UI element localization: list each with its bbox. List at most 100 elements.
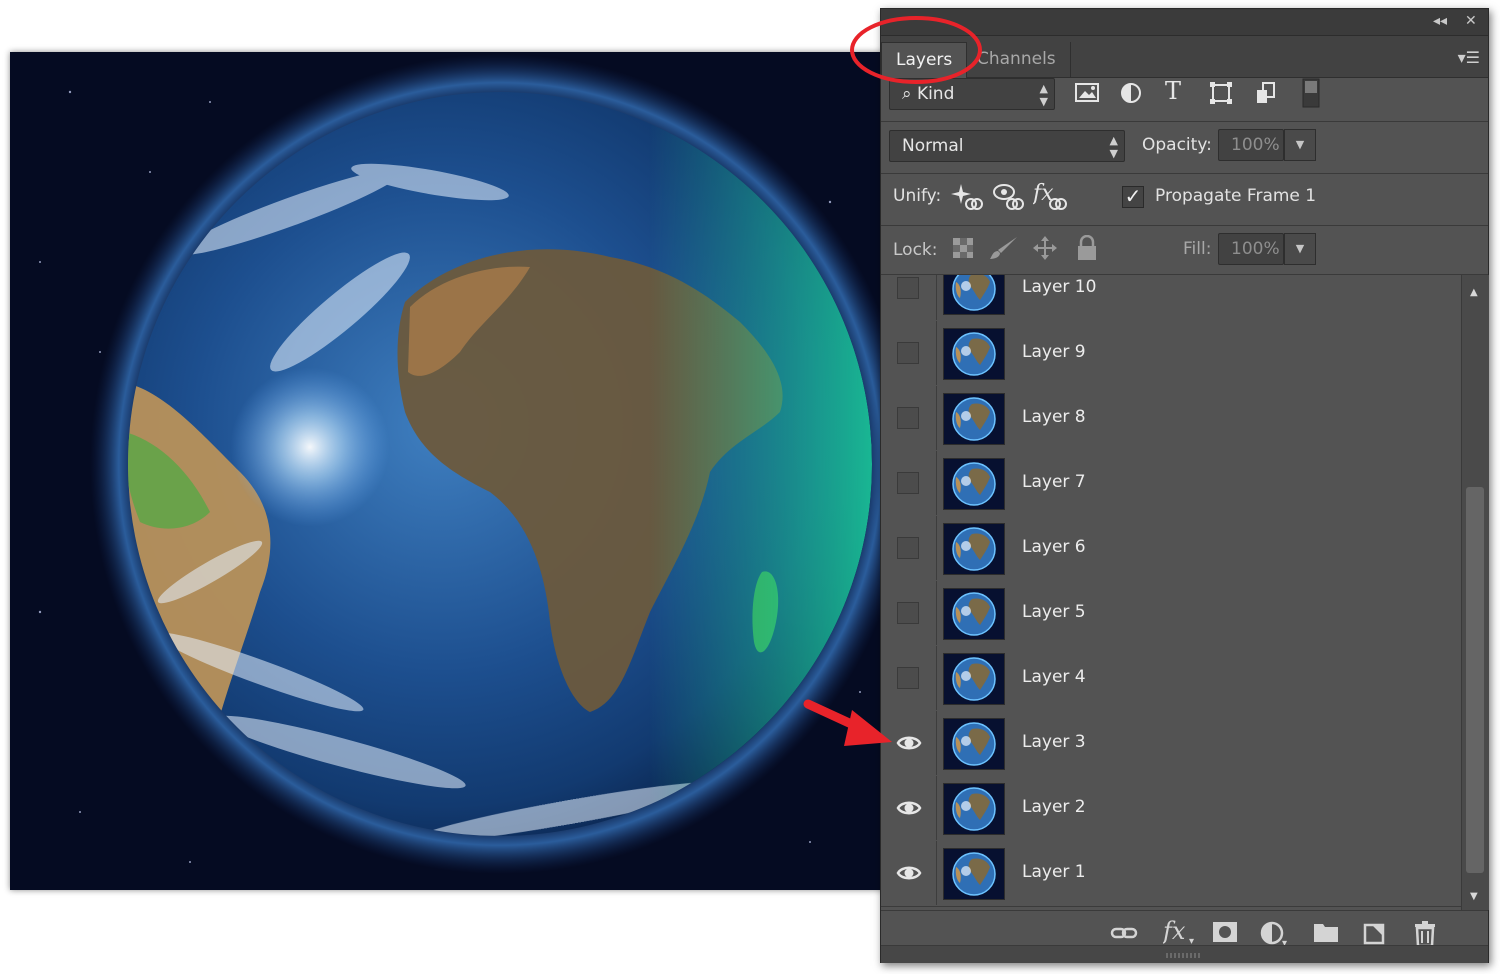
double-chevron-left-icon[interactable]: ◂◂ (1433, 13, 1447, 29)
layer-name: Layer 6 (1022, 537, 1086, 557)
opacity-label: Opacity: (1142, 135, 1212, 155)
layer-visibility-toggle[interactable] (881, 451, 937, 515)
smart-object-filter-icon[interactable] (1254, 81, 1278, 111)
hidden-visibility-box (897, 472, 919, 494)
close-icon[interactable]: ✕ (1465, 13, 1477, 29)
eye-icon (896, 801, 922, 815)
layer-visibility-toggle[interactable] (881, 776, 937, 840)
scroll-up-arrow-icon[interactable]: ▲ (1470, 287, 1478, 298)
layer-row[interactable]: Layer 9 (881, 321, 1461, 387)
layer-thumbnail (943, 458, 1005, 510)
earth-thumbnail-icon (952, 722, 996, 766)
scroll-thumb[interactable] (1466, 487, 1484, 873)
propagate-frame-checkbox[interactable]: ✓ (1122, 186, 1144, 208)
spin-arrows-icon: ▲ ▼ (1039, 82, 1048, 108)
fill-field[interactable]: 100% (1218, 233, 1284, 265)
lock-all-icon[interactable] (1076, 234, 1098, 267)
earth-thumbnail-icon (952, 462, 996, 506)
filter-toggle-switch[interactable] (1301, 78, 1321, 114)
lock-transparency-icon[interactable] (952, 237, 974, 265)
layer-name: Layer 9 (1022, 342, 1086, 362)
blend-mode-value: Normal (902, 136, 964, 156)
layers-scrollbar[interactable]: ▲ ▼ (1461, 275, 1489, 910)
hidden-visibility-box (897, 602, 919, 624)
layer-row[interactable]: Layer 5 (881, 581, 1461, 647)
layer-name: Layer 7 (1022, 472, 1086, 492)
hidden-visibility-box (897, 407, 919, 429)
layers-list: Layer 10 Layer 9 Layer 8 Layer 7 Layer 6 Laye… (881, 275, 1461, 910)
layer-visibility-toggle[interactable] (881, 711, 937, 775)
image-filter-icon[interactable] (1074, 81, 1100, 111)
svg-text:fx: fx (1163, 917, 1186, 945)
propagate-frame-label: Propagate Frame 1 (1155, 186, 1317, 206)
adjustment-filter-icon[interactable] (1119, 81, 1143, 111)
kind-filter-select[interactable]: ⌕ Kind ▲ ▼ (889, 78, 1055, 110)
earth-thumbnail-icon (952, 275, 996, 311)
layer-name: Layer 1 (1022, 862, 1086, 882)
opacity-field[interactable]: 100% (1218, 129, 1284, 161)
opacity-dropdown-icon[interactable]: ▼ (1284, 129, 1316, 161)
blend-mode-select[interactable]: Normal ▲ ▼ (889, 130, 1125, 162)
eye-icon (896, 866, 922, 880)
panel-menu-icon[interactable]: ▾☰ (1458, 48, 1480, 67)
layer-name: Layer 4 (1022, 667, 1086, 687)
layer-thumbnail (943, 523, 1005, 575)
layer-row[interactable]: Layer 7 (881, 451, 1461, 517)
layer-thumbnail (943, 653, 1005, 705)
layer-row[interactable]: Layer 1 (881, 841, 1461, 907)
earth-image (38, 54, 890, 874)
layer-row[interactable]: Layer 4 (881, 646, 1461, 712)
earth-thumbnail-icon (952, 397, 996, 441)
layer-row[interactable]: Layer 2 (881, 776, 1461, 842)
search-icon: ⌕ (902, 84, 912, 104)
unify-position-icon[interactable] (951, 182, 983, 218)
layer-name: Layer 2 (1022, 797, 1086, 817)
layer-row[interactable]: Layer 10 (881, 275, 1461, 322)
earth-thumbnail-icon (952, 852, 996, 896)
scroll-down-arrow-icon[interactable]: ▼ (1470, 891, 1478, 902)
tab-channels[interactable]: Channels (963, 42, 1071, 77)
shape-filter-icon[interactable] (1209, 81, 1233, 111)
layer-row[interactable]: Layer 8 (881, 386, 1461, 452)
lock-paint-brush-icon[interactable] (989, 235, 1019, 267)
layer-thumbnail (943, 588, 1005, 640)
panel-resize-grip[interactable] (881, 945, 1488, 963)
layer-row[interactable]: Layer 3 (881, 711, 1461, 777)
layer-row[interactable]: Layer 6 (881, 516, 1461, 582)
spin-arrows-icon: ▲ ▼ (1109, 134, 1118, 160)
earth-thumbnail-icon (952, 592, 996, 636)
kind-filter-label: Kind (916, 84, 955, 104)
layers-panel: ◂◂ ✕ Layers Channels ▾☰ ⌕ Kind ▲ ▼ T Norm… (880, 8, 1489, 963)
hidden-visibility-box (897, 342, 919, 364)
layer-visibility-toggle[interactable] (881, 646, 937, 710)
layer-visibility-toggle[interactable] (881, 841, 937, 905)
hidden-visibility-box (897, 667, 919, 689)
layer-thumbnail (943, 848, 1005, 900)
type-filter-icon[interactable]: T (1165, 79, 1181, 103)
layer-thumbnail (943, 783, 1005, 835)
panel-title-bar: ◂◂ ✕ (881, 9, 1488, 36)
fill-dropdown-icon[interactable]: ▼ (1284, 233, 1316, 265)
unify-style-icon[interactable]: fx (1031, 180, 1067, 218)
earth-thumbnail-icon (952, 787, 996, 831)
tab-layers[interactable]: Layers (881, 42, 968, 78)
lock-position-move-icon[interactable] (1032, 235, 1058, 267)
layer-visibility-toggle[interactable] (881, 386, 937, 450)
lock-label: Lock: (893, 240, 938, 260)
layer-thumbnail (943, 275, 1005, 315)
layer-thumbnail (943, 328, 1005, 380)
layer-name: Layer 3 (1022, 732, 1086, 752)
hidden-visibility-box (897, 277, 919, 299)
layer-name: Layer 5 (1022, 602, 1086, 622)
earth-thumbnail-icon (952, 657, 996, 701)
panel-tab-bar: Layers Channels ▾☰ (881, 36, 1488, 78)
fill-label: Fill: (1183, 239, 1212, 259)
layer-visibility-toggle[interactable] (881, 321, 937, 385)
layer-visibility-toggle[interactable] (881, 516, 937, 580)
layer-visibility-toggle[interactable] (881, 581, 937, 645)
unify-label: Unify: (893, 186, 942, 206)
layer-visibility-toggle[interactable] (881, 275, 937, 320)
layer-name: Layer 10 (1022, 277, 1097, 297)
unify-visibility-icon[interactable] (992, 182, 1024, 218)
earth-thumbnail-icon (952, 332, 996, 376)
